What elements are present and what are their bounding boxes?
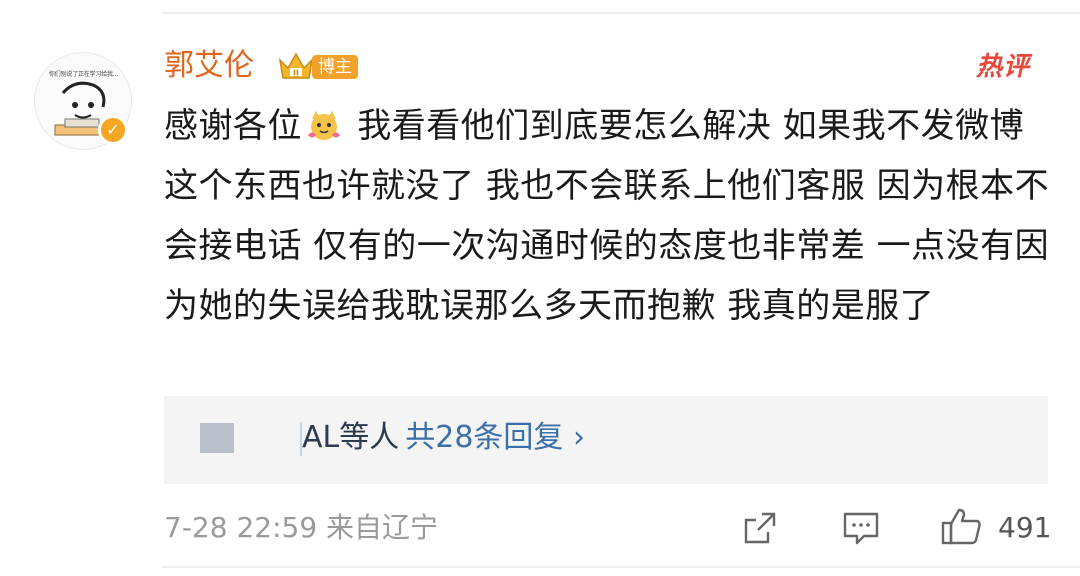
view-replies-link[interactable]: 共28条回复 ›: [405, 420, 585, 455]
share-icon[interactable]: [742, 510, 778, 546]
reply-avatar: [200, 423, 234, 453]
bottom-divider: [162, 566, 1080, 568]
comment-icon[interactable]: [842, 510, 880, 546]
top-divider: [162, 12, 1080, 14]
reply-names: AL等人: [302, 420, 400, 455]
comment-text-start: 感谢各位: [164, 106, 302, 146]
blogger-badge: 博主: [312, 55, 358, 79]
avatar-caption: 你们别说了正在学习给我...: [49, 71, 118, 78]
reply-summary[interactable]: AL等人 共28条回复 ›: [302, 418, 585, 458]
reply-preview[interactable]: AL等人 共28条回复 ›: [164, 396, 1048, 484]
hot-tag: 热评: [976, 52, 1031, 82]
like-icon[interactable]: [940, 506, 982, 546]
verified-icon: ✓: [98, 115, 128, 145]
timestamp-location: 7-28 22:59 来自辽宁: [164, 511, 439, 544]
crown-icon: II: [278, 52, 314, 79]
username[interactable]: 郭艾伦: [164, 46, 254, 86]
emoji-icon: [308, 111, 340, 140]
like-count: 491: [998, 511, 1052, 544]
svg-text:II: II: [293, 69, 299, 78]
comment-text: 感谢各位 我看看他们到底要怎么解决 如果我不发微博 这个东西也许就没了 我也不会…: [164, 96, 1064, 336]
